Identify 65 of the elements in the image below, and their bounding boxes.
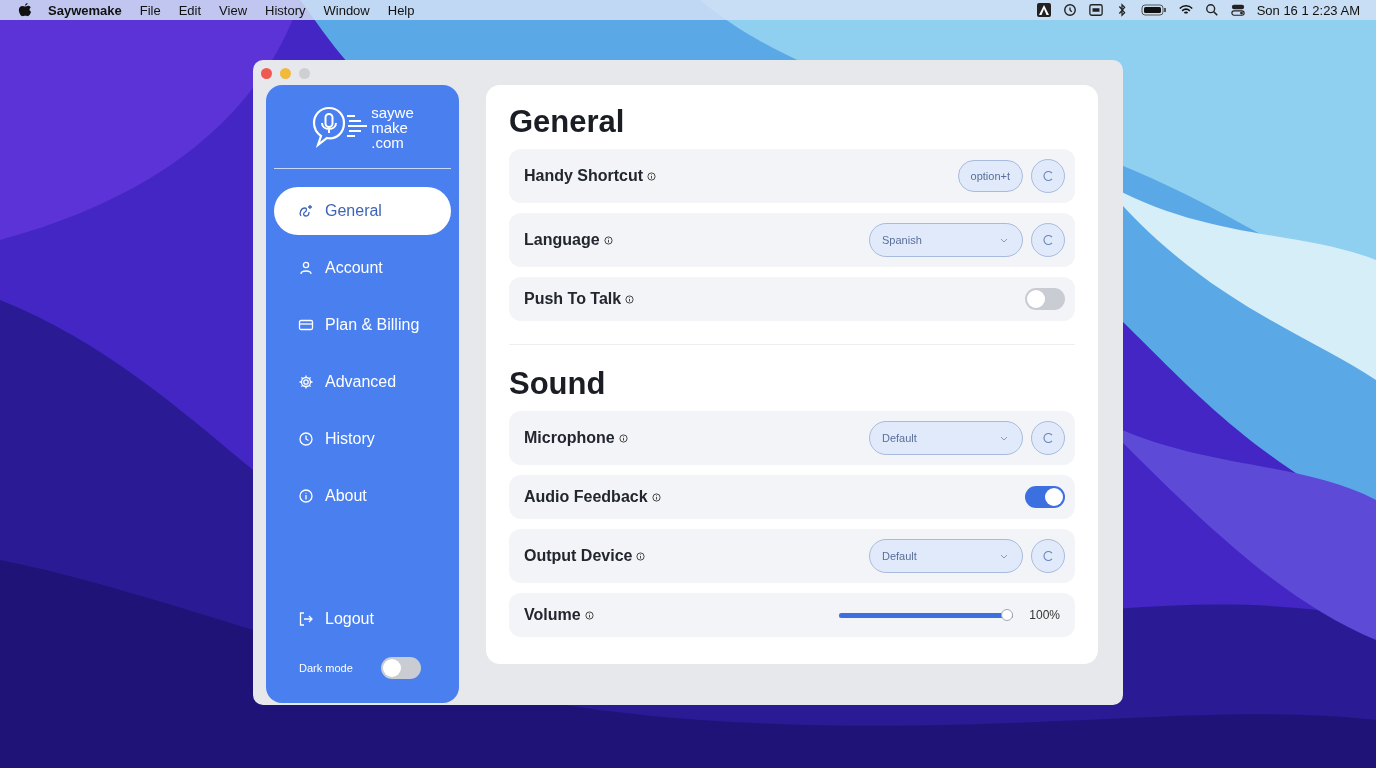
clock-icon [298,431,314,447]
toggle-switch[interactable] [1025,288,1065,310]
info-icon[interactable] [647,171,657,181]
control-center-icon[interactable] [1230,3,1245,17]
app-menu[interactable]: Saywemake [48,2,122,18]
nav-item[interactable]: Plan & Billing [274,301,451,349]
logout-icon [298,611,314,627]
menu-item[interactable]: History [265,2,306,18]
dropdown[interactable]: Default [869,539,1023,573]
sparkle-icon [298,203,314,219]
volume-reading: 100% [1029,608,1060,622]
dark-mode-label: Dark mode [299,662,353,674]
triangle-icon[interactable] [1036,3,1051,17]
reset-icon [1042,432,1054,444]
reset-icon [1042,234,1054,246]
menu-bar-clock[interactable]: Son 16 1 2:23 AM [1256,2,1360,18]
nav-item[interactable]: General [274,187,451,235]
info-icon [298,488,314,504]
close-button[interactable] [261,68,272,79]
clock-icon[interactable] [1062,3,1077,17]
logout-button[interactable]: Logout [274,599,374,639]
info-icon[interactable] [651,492,661,502]
nav-item[interactable]: About [274,472,451,520]
section-title: General [509,103,626,141]
info-icon[interactable] [603,235,613,245]
info-icon[interactable] [584,610,594,620]
menu-item[interactable]: Help [387,2,415,18]
apple-icon[interactable] [18,3,32,17]
menu-item[interactable]: File [139,2,161,18]
chevron-down-icon [1000,435,1008,441]
dark-mode-toggle[interactable] [381,657,421,679]
toggle-switch[interactable] [1025,486,1065,508]
setting-label: Audio Feedback [524,488,648,506]
battery-icon[interactable] [1140,3,1167,17]
shortcut-button[interactable]: option+t [957,160,1023,192]
microphone-bubble-icon [311,105,370,149]
setting-label: Push To Talk [524,290,622,308]
chevron-down-icon [1000,237,1008,243]
menu-item[interactable]: View [219,2,248,18]
info-icon[interactable] [618,433,628,443]
menu-item[interactable]: Window [323,2,370,18]
setting-label: Language [524,231,600,249]
info-icon[interactable] [625,294,635,304]
reset-icon [1042,170,1054,182]
nav-item[interactable]: History [274,415,451,463]
logo-text: saywe make .com [371,104,414,150]
section-title: Sound [509,365,607,403]
setting-label: Output Device [524,547,633,565]
setting-label: Handy Shortcut [524,167,644,185]
slider-thumb[interactable] [1001,609,1014,621]
nav-item[interactable]: Account [274,244,451,292]
info-icon[interactable] [636,551,646,561]
nav-item[interactable]: Advanced [274,358,451,406]
setting-label: Microphone [524,429,615,447]
search-icon[interactable] [1204,3,1219,17]
dropdown[interactable]: Default [869,421,1023,455]
reset-icon [1042,550,1054,562]
person-icon [298,260,314,276]
chevron-down-icon [1000,553,1008,559]
dropdown[interactable]: Spanish [869,223,1023,257]
menu-item[interactable]: Edit [178,2,202,18]
settings-icon [298,374,314,390]
setting-label: Volume [524,606,581,624]
keyboard-icon[interactable] [1088,3,1103,17]
card-icon [298,317,314,333]
